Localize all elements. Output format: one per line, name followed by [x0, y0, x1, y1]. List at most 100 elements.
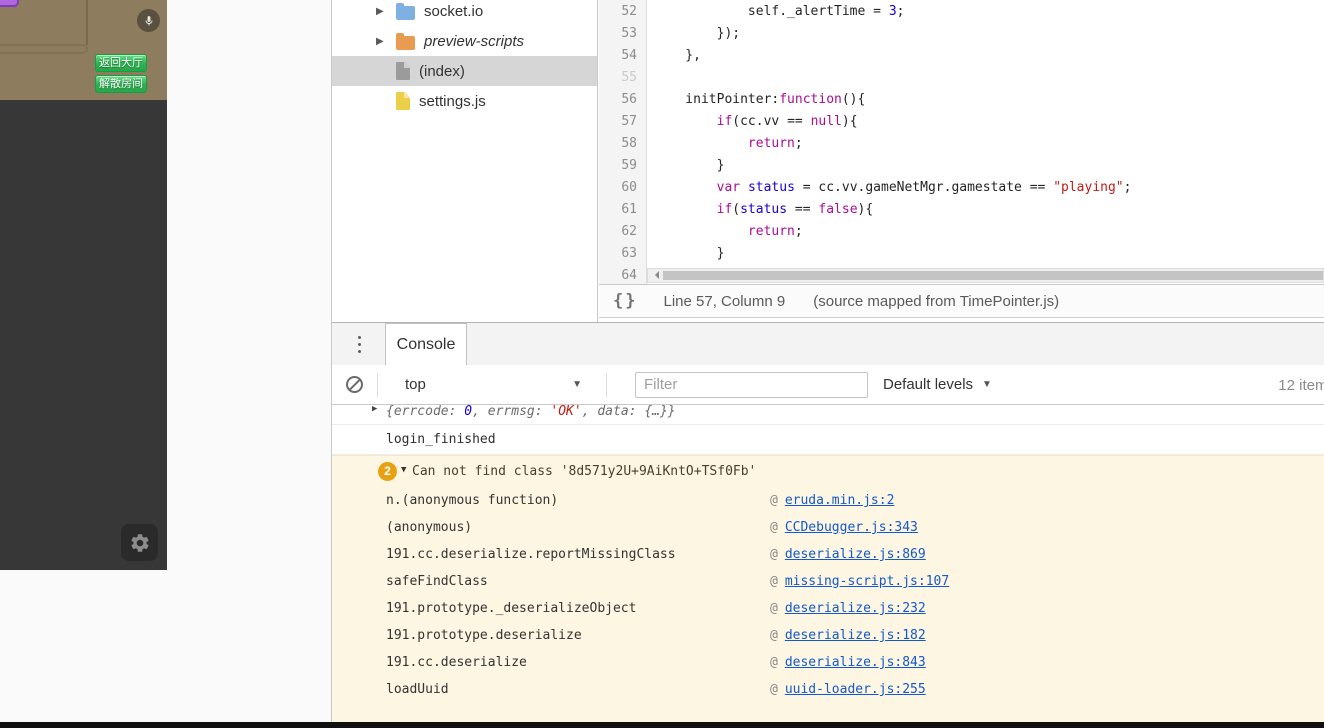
line-number[interactable]: 58	[599, 132, 647, 154]
code-line-62: 62 return;	[599, 220, 1324, 242]
at-symbol: @	[770, 628, 778, 643]
clear-console-icon[interactable]	[346, 376, 363, 393]
stack-location-link[interactable]: eruda.min.js:2	[785, 493, 895, 508]
settings-gear-button[interactable]	[121, 524, 158, 561]
folder-icon	[396, 32, 415, 50]
line-number[interactable]: 54	[599, 44, 647, 66]
at-symbol: @	[770, 547, 778, 562]
at-symbol: @	[770, 682, 778, 697]
at-symbol: @	[770, 601, 778, 616]
console-warning-group: 2 ▼ Can not find class '8d571y2U+9AiKntO…	[332, 455, 1324, 725]
expand-arrow-icon[interactable]: ▶	[376, 6, 396, 17]
scroll-left-arrow-icon[interactable]	[651, 271, 659, 279]
code-text: return;	[747, 135, 803, 151]
disband-room-button[interactable]: 解散房间	[95, 75, 147, 93]
scrollbar-thumb[interactable]	[663, 270, 1323, 280]
warning-header[interactable]: 2 ▼ Can not find class '8d571y2U+9AiKntO…	[332, 456, 1324, 487]
horizontal-scrollbar[interactable]	[647, 267, 1324, 283]
at-symbol: @	[770, 493, 778, 508]
cursor-position: Line 57, Column 9	[663, 292, 786, 310]
line-number[interactable]: 61	[599, 198, 647, 220]
line-number[interactable]: 60	[599, 176, 647, 198]
stack-frame: loadUuid @ uuid-loader.js:255	[332, 676, 1324, 703]
line-number[interactable]: 52	[599, 0, 647, 22]
code-line-63: 63 }	[599, 242, 1324, 264]
stack-location-link[interactable]: missing-script.js:107	[785, 574, 949, 589]
tree-item-preview-scripts[interactable]: ▶ preview-scripts	[332, 26, 597, 56]
source-editor: 52 self._alertTime = 3; 53 }); 54 }, 55 56 i…	[599, 0, 1324, 322]
warning-text: Can not find class '8d571y2U+9AiKntO+TSf…	[412, 464, 757, 479]
screen: 返回大厅 解散房间 ▶ socket.io ▶ preview-scripts (ind…	[0, 0, 1324, 728]
editor-status-bar: {} Line 57, Column 9 (source mapped from…	[599, 284, 1324, 318]
stack-location-link[interactable]: uuid-loader.js:255	[785, 682, 926, 697]
line-number[interactable]: 53	[599, 22, 647, 44]
code-line-56: 56 initPointer:function(){	[599, 88, 1324, 110]
gear-icon	[129, 532, 151, 554]
chevron-down-icon: ▼	[982, 379, 992, 390]
toolbar-divider	[606, 372, 607, 397]
stack-function-name: 191.cc.deserialize.reportMissingClass	[386, 547, 676, 562]
code-lines: 52 self._alertTime = 3; 53 }); 54 }, 55 56 i…	[599, 0, 1324, 284]
stack-location: @ deserialize.js:843	[770, 655, 926, 670]
console-message-object: ▶ {errcode: 0, errmsg: 'OK', data: {…}}	[332, 405, 1324, 425]
line-number[interactable]: 55	[599, 66, 647, 88]
code-line-52: 52 self._alertTime = 3;	[599, 0, 1324, 22]
tree-item-label: settings.js	[419, 92, 486, 110]
log-levels-select[interactable]: Default levels ▼	[883, 376, 992, 393]
file-tree: ▶ socket.io ▶ preview-scripts (index) setting…	[332, 0, 597, 116]
repeat-count-badge: 2	[378, 462, 397, 481]
collapse-triangle-icon[interactable]: ▼	[401, 465, 406, 475]
stack-frame: (anonymous) @ CCDebugger.js:343	[332, 514, 1324, 541]
pretty-print-icon[interactable]: {}	[613, 291, 637, 311]
game-table-area: 返回大厅 解散房间	[0, 0, 167, 100]
file-icon	[396, 92, 410, 110]
line-number[interactable]: 64	[599, 264, 647, 284]
line-number[interactable]: 62	[599, 220, 647, 242]
filter-input[interactable]	[635, 371, 868, 398]
levels-label: Default levels	[883, 376, 974, 393]
code-text: initPointer:function(){	[654, 91, 866, 107]
stack-frame: 191.cc.deserialize @ deserialize.js:843	[332, 649, 1324, 676]
expand-triangle-icon[interactable]: ▶	[372, 405, 377, 414]
expand-arrow-icon[interactable]: ▶	[376, 36, 396, 47]
tree-item--index-[interactable]: (index)	[332, 56, 597, 86]
code-line-60: 60 var status = cc.vv.gameNetMgr.gamesta…	[599, 176, 1324, 198]
voice-button[interactable]	[137, 9, 160, 32]
stack-location: @ deserialize.js:182	[770, 628, 926, 643]
stack-function-name: 191.prototype._deserializeObject	[386, 601, 637, 616]
file-icon	[396, 62, 410, 80]
toolbar-divider	[377, 372, 378, 397]
execution-context-select[interactable]: top ▼	[392, 376, 592, 393]
line-number[interactable]: 56	[599, 88, 647, 110]
microphone-icon	[143, 15, 155, 27]
stack-function-name: (anonymous)	[386, 520, 473, 535]
line-number[interactable]: 59	[599, 154, 647, 176]
line-number[interactable]: 63	[599, 242, 647, 264]
tree-item-label: socket.io	[424, 2, 484, 20]
tree-item-settings.js[interactable]: settings.js	[332, 86, 597, 116]
stack-function-name: loadUuid	[386, 682, 449, 697]
stack-location-link[interactable]: deserialize.js:182	[785, 628, 926, 643]
code-line-59: 59 }	[599, 154, 1324, 176]
stack-location: @ uuid-loader.js:255	[770, 682, 926, 697]
console-tabbar: Console	[332, 323, 1324, 365]
chevron-down-icon: ▼	[572, 379, 582, 390]
items-count: 12 items	[1278, 376, 1324, 394]
tree-item-socket.io[interactable]: ▶ socket.io	[332, 0, 597, 26]
code-line-61: 61 if(status == false){	[599, 198, 1324, 220]
back-to-lobby-button[interactable]: 返回大厅	[95, 54, 147, 72]
code-text: self._alertTime = 3;	[654, 3, 905, 19]
stack-location: @ CCDebugger.js:343	[770, 520, 918, 535]
more-options-icon[interactable]	[353, 335, 365, 353]
console-message-log: login_finished	[332, 425, 1324, 455]
stack-location-link[interactable]: deserialize.js:843	[785, 655, 926, 670]
object-preview[interactable]: {errcode: 0, errmsg: 'OK', data: {…}}	[386, 405, 676, 419]
code-line-64: 64	[599, 264, 1324, 284]
tab-console[interactable]: Console	[385, 323, 467, 365]
line-number[interactable]: 57	[599, 110, 647, 132]
stack-location-link[interactable]: CCDebugger.js:343	[785, 520, 918, 535]
stack-location: @ deserialize.js:869	[770, 547, 926, 562]
stack-location-link[interactable]: deserialize.js:869	[785, 547, 926, 562]
stack-location-link[interactable]: deserialize.js:232	[785, 601, 926, 616]
console-messages: ▶ {errcode: 0, errmsg: 'OK', data: {…}} …	[332, 405, 1324, 725]
